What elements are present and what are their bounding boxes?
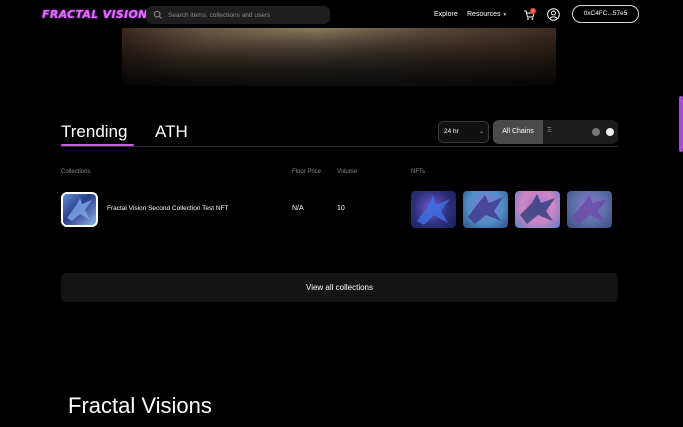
header-collections: Collections [61,169,91,175]
tab-divider [61,146,618,147]
logo[interactable]: FRACTAL VISIONS [42,8,156,21]
view-all-collections-button[interactable]: View all collections [61,273,618,302]
header-nfts: NFTs [411,169,425,175]
collection-name[interactable]: Fractal Vision Second Collection Test NF… [107,205,229,212]
ethereum-icon[interactable]: Ξ [547,127,555,135]
section-title: Fractal Visions [68,393,212,418]
nav-resources[interactable]: Resources ▼ [467,11,507,18]
top-navigation: FRACTAL VISIONS Explore Resources ▼ 0 0x… [0,0,683,30]
chain-icon[interactable] [592,128,600,136]
time-range-value: 24 hr [444,128,459,135]
cart-badge: 0 [530,8,536,14]
header-volume: Volume [337,169,358,175]
chain-icon[interactable] [606,128,614,136]
nav-explore[interactable]: Explore [434,11,458,18]
nft-thumbnail[interactable] [463,191,508,228]
tab-trending[interactable]: Trending [61,122,127,142]
collection-avatar[interactable] [61,192,98,227]
dragon-image [520,194,555,224]
scrollbar-thumb[interactable] [679,96,683,152]
hero-shade [122,28,556,86]
all-chains-button[interactable]: All Chains [493,120,543,144]
header-floor-price: Floor Price [292,169,322,175]
nft-thumbnail[interactable] [515,191,560,228]
chain-filter: All Chains Ξ [493,120,618,144]
nft-thumbnail[interactable] [567,191,612,228]
nav-resources-label: Resources [467,11,501,18]
user-icon[interactable] [547,8,560,21]
chevron-down-icon: ⌄ [478,129,484,135]
search-input[interactable] [166,10,330,20]
tab-ath[interactable]: ATH [155,122,188,142]
dragon-image [572,195,607,224]
time-range-select[interactable]: 24 hr ⌄ [438,121,489,143]
dragon-image [468,195,503,224]
hero-banner [122,28,556,86]
chevron-down-icon: ▼ [502,12,508,18]
volume: 10 [337,205,345,212]
dragon-image [417,195,450,225]
dragon-image [67,198,92,221]
search-bar[interactable] [146,6,330,24]
floor-price: N/A [292,205,304,212]
wallet-button[interactable]: 0xC4FC...57e5 [572,5,639,23]
nft-thumbnail[interactable] [411,191,456,228]
search-icon [153,10,162,19]
